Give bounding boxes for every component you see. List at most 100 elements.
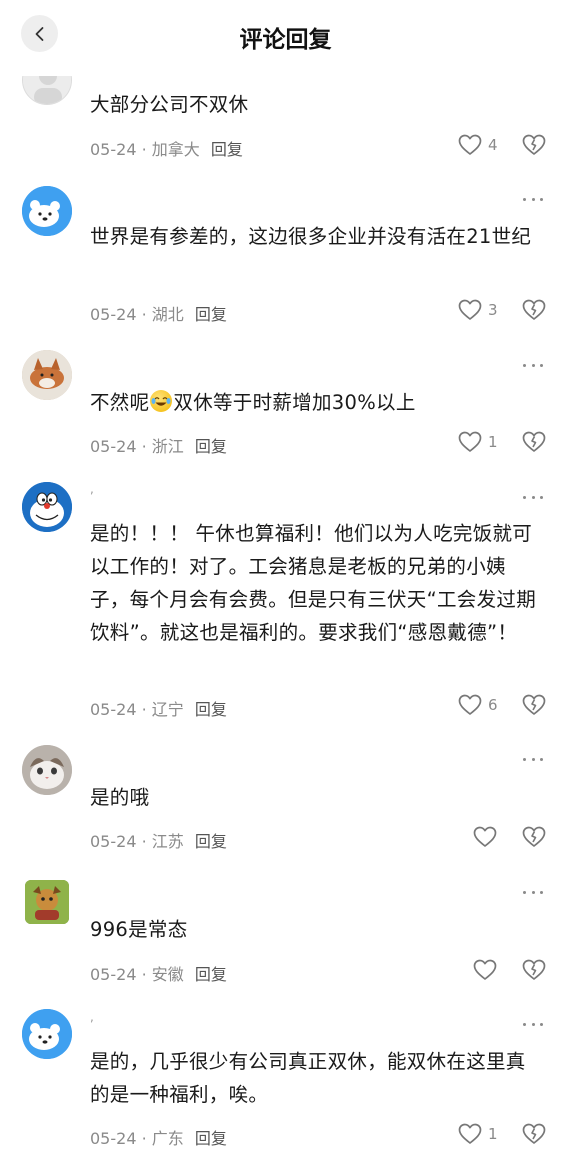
comment-date: 05-24 — [90, 305, 137, 324]
heart-icon — [458, 694, 482, 715]
like-button[interactable]: 6 — [458, 694, 498, 716]
more-options-button[interactable] — [523, 887, 543, 897]
heart-icon — [473, 959, 497, 980]
comment-text-part: 不然呢 — [90, 391, 150, 414]
comment-date: 05-24 — [90, 700, 137, 719]
laugh-cry-emoji-icon — [150, 390, 173, 412]
game-character-avatar-icon — [25, 880, 69, 924]
comment-text: 是的！！！ 午休也算福利！他们以为人吃完饭就可以工作的！对了。工会猪息是老板的兄… — [90, 522, 537, 644]
heart-icon — [473, 826, 497, 847]
comment-text: 世界是有参差的，这边很多企业并没有活在21世纪 — [90, 225, 532, 248]
comment-meta: 05-24 · 湖北 回复 — [90, 301, 227, 325]
like-button[interactable]: 3 — [458, 299, 498, 321]
avatar[interactable] — [22, 482, 72, 532]
reply-button[interactable]: 回复 — [195, 832, 227, 851]
like-count: 1 — [488, 433, 498, 451]
more-options-button[interactable] — [523, 492, 543, 502]
comment-date: 05-24 — [90, 965, 137, 984]
meta-separator: · — [141, 1129, 147, 1148]
like-count: 6 — [488, 696, 498, 714]
avatar[interactable] — [22, 350, 72, 400]
comment-text: 是的，几乎很少有公司真正双休，能双休在这里真的是一种福利，唉。 — [90, 1050, 526, 1106]
comment-replies-page: 评论回复 大部分公司不双休 05-24 · 加拿大 回复 4 世界是有参差的，这… — [0, 0, 571, 1150]
commenter-name-mark: , — [90, 1010, 94, 1024]
like-count: 3 — [488, 301, 498, 319]
heart-icon — [458, 299, 482, 320]
doraemon-avatar-icon — [22, 482, 72, 532]
avatar[interactable] — [25, 880, 69, 924]
more-options-button[interactable] — [523, 1019, 543, 1029]
meta-separator: · — [141, 305, 147, 324]
comment-date: 05-24 — [90, 1129, 137, 1148]
reply-button[interactable]: 回复 — [195, 965, 227, 984]
comment-date: 05-24 — [90, 832, 137, 851]
more-options-button[interactable] — [523, 194, 543, 204]
comment-meta: 05-24 · 加拿大 回复 — [90, 136, 243, 160]
reply-button[interactable]: 回复 — [211, 140, 243, 159]
broken-heart-icon — [522, 299, 546, 320]
like-button[interactable] — [473, 959, 497, 981]
comment-meta: 05-24 · 江苏 回复 — [90, 828, 227, 852]
heart-icon — [458, 134, 482, 155]
meta-separator: · — [141, 700, 147, 719]
broken-heart-icon — [522, 1123, 546, 1144]
header: 评论回复 — [0, 0, 571, 76]
comment-text-part: 双休等于时薪增加30%以上 — [173, 391, 416, 414]
dislike-button[interactable] — [522, 694, 546, 720]
comment-text: 不然呢 双休等于时薪增加30%以上 — [90, 386, 545, 419]
comment-region: 江苏 — [151, 832, 184, 851]
broken-heart-icon — [522, 431, 546, 452]
like-button[interactable]: 1 — [458, 431, 498, 453]
dislike-button[interactable] — [522, 1123, 546, 1149]
avatar[interactable] — [22, 186, 72, 236]
comment-date: 05-24 — [90, 140, 137, 159]
comment-region: 加拿大 — [151, 140, 200, 159]
comment-text: 是的哦 — [90, 786, 150, 809]
comment-region: 辽宁 — [151, 700, 184, 719]
meta-separator: · — [141, 832, 147, 851]
reply-button[interactable]: 回复 — [195, 305, 227, 324]
cat-avatar-icon — [22, 745, 72, 795]
broken-heart-icon — [522, 694, 546, 715]
fox-avatar-icon — [22, 350, 72, 400]
like-count: 4 — [488, 136, 498, 154]
comment-text: 大部分公司不双休 — [90, 93, 249, 116]
page-title: 评论回复 — [239, 27, 332, 53]
dislike-button[interactable] — [522, 959, 546, 985]
more-options-button[interactable] — [523, 754, 543, 764]
reply-button[interactable]: 回复 — [195, 1129, 227, 1148]
dislike-button[interactable] — [522, 431, 546, 457]
comment-region: 浙江 — [151, 437, 184, 456]
avatar[interactable] — [22, 1009, 72, 1059]
dislike-button[interactable] — [522, 134, 546, 160]
heart-icon — [458, 1123, 482, 1144]
commenter-name-mark: , — [90, 482, 94, 496]
dislike-button[interactable] — [522, 826, 546, 852]
broken-heart-icon — [522, 826, 546, 847]
like-button[interactable] — [473, 826, 497, 848]
meta-separator: · — [141, 965, 147, 984]
meta-separator: · — [141, 140, 147, 159]
dislike-button[interactable] — [522, 299, 546, 325]
comment-text: 996是常态 — [90, 918, 188, 941]
comment-region: 广东 — [151, 1129, 184, 1148]
like-count: 1 — [488, 1125, 498, 1143]
comment-region: 安徽 — [151, 965, 184, 984]
like-button[interactable]: 4 — [458, 134, 498, 156]
bear-avatar-icon — [22, 1009, 72, 1059]
broken-heart-icon — [522, 134, 546, 155]
comment-meta: 05-24 · 安徽 回复 — [90, 961, 227, 985]
reply-button[interactable]: 回复 — [195, 700, 227, 719]
comment-region: 湖北 — [151, 305, 184, 324]
comment-date: 05-24 — [90, 437, 137, 456]
avatar[interactable] — [22, 745, 72, 795]
comment-meta: 05-24 · 辽宁 回复 — [90, 696, 227, 720]
reply-button[interactable]: 回复 — [195, 437, 227, 456]
comment-meta: 05-24 · 浙江 回复 — [90, 433, 227, 457]
like-button[interactable]: 1 — [458, 1123, 498, 1145]
more-options-button[interactable] — [523, 360, 543, 370]
broken-heart-icon — [522, 959, 546, 980]
comment-meta: 05-24 · 广东 回复 — [90, 1125, 227, 1149]
heart-icon — [458, 431, 482, 452]
bear-avatar-icon — [22, 186, 72, 236]
